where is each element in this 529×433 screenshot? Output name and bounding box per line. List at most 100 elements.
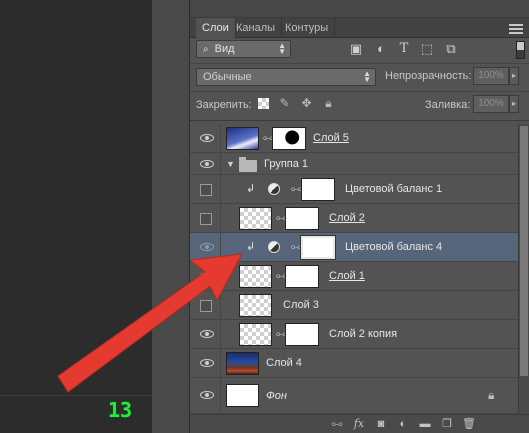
stepper-arrows-icon: ▲ ▼ — [363, 69, 371, 84]
eye-icon[interactable] — [200, 390, 214, 400]
layer-filter-select[interactable]: ⌕ Вид ▲ ▼ — [196, 40, 291, 58]
divider — [190, 120, 529, 121]
clipping-arrow-icon: ↲ — [246, 183, 256, 195]
adjustment-filter-icon[interactable]: ◐ — [373, 42, 389, 56]
adjustment-layer-icon — [268, 241, 280, 253]
visibility-toggle[interactable] — [200, 184, 212, 196]
layer-mask-thumbnail[interactable] — [285, 207, 319, 230]
opacity-dropdown-arrow-icon[interactable]: ▸ — [509, 67, 519, 85]
smart-object-filter-icon[interactable]: ⧉ — [443, 42, 459, 56]
type-filter-icon[interactable]: T — [396, 42, 412, 56]
link-layers-icon[interactable]: ⧟ — [330, 417, 344, 431]
group-expanded-icon[interactable]: ▼ — [226, 159, 235, 169]
layer-thumbnail — [226, 127, 259, 150]
lock-label: Закрепить: — [196, 99, 252, 111]
chain-link-icon[interactable]: ⧟ — [276, 329, 287, 340]
tab-paths[interactable]: Контуры — [279, 18, 336, 38]
opacity-field[interactable]: 100% — [473, 67, 509, 85]
visibility-toggle[interactable] — [200, 213, 212, 225]
layer-name: Слой 2 — [329, 212, 365, 224]
filter-kind-label: Вид — [214, 43, 235, 55]
layer-name: Цветовой баланс 1 — [345, 183, 443, 195]
layer-mask-thumbnail[interactable] — [272, 127, 306, 150]
eye-icon[interactable] — [200, 329, 214, 339]
chain-link-icon[interactable]: ⧟ — [276, 271, 287, 282]
chain-link-icon[interactable]: ⧟ — [291, 184, 302, 195]
stepper-arrows-icon: ▲ ▼ — [278, 41, 286, 56]
folder-icon — [239, 157, 257, 172]
layer-group-row[interactable]: ▼ Группа 1 — [190, 153, 518, 175]
filter-toggle[interactable] — [516, 41, 525, 59]
eye-icon[interactable] — [200, 271, 214, 281]
fx-icon[interactable]: fx — [352, 417, 366, 431]
layer-mask-thumbnail[interactable] — [300, 235, 336, 260]
new-layer-icon[interactable]: ❐ — [440, 417, 454, 431]
lock-all-icon[interactable]: 🔒︎ — [322, 97, 335, 110]
layer-name: Группа 1 — [264, 158, 309, 170]
shape-filter-icon[interactable]: ⬚ — [419, 42, 435, 56]
panel-menu-icon[interactable] — [509, 24, 523, 34]
blend-mode-value: Обычные — [203, 71, 252, 83]
divider — [190, 63, 529, 64]
eye-icon[interactable] — [200, 133, 214, 143]
panel-tabs: Слои Каналы Контуры — [190, 18, 529, 39]
layer-name: Слой 1 — [329, 270, 365, 282]
layer-row[interactable]: Слой 3 — [190, 291, 518, 320]
layer-row-background[interactable]: Фон 🔒︎ — [190, 378, 518, 414]
chain-link-icon[interactable]: ⧟ — [276, 213, 287, 224]
frame-counter: 13 — [108, 398, 133, 422]
layer-row[interactable]: ⧟ Слой 5 — [190, 124, 518, 153]
eye-icon[interactable] — [200, 159, 214, 169]
layer-thumbnail — [239, 323, 272, 346]
lock-transparent-icon[interactable] — [258, 98, 269, 109]
fill-dropdown-arrow-icon[interactable]: ▸ — [509, 95, 519, 113]
layer-mask-thumbnail[interactable] — [301, 178, 335, 201]
new-adjustment-icon[interactable]: ◐ — [396, 417, 410, 431]
visibility-toggle[interactable] — [200, 300, 212, 312]
divider — [190, 91, 529, 92]
layer-row[interactable]: ⧟ Слой 1 — [190, 262, 518, 291]
chain-link-icon[interactable]: ⧟ — [291, 242, 302, 253]
chain-link-icon[interactable]: ⧟ — [263, 133, 274, 144]
lock-icon: 🔒︎ — [488, 388, 495, 402]
panel-top-strip — [190, 0, 529, 18]
layer-row-selected[interactable]: ↲ ⧟ Цветовой баланс 4 — [190, 233, 518, 262]
layer-thumbnail — [226, 352, 259, 375]
panel-gutter — [152, 0, 190, 433]
layer-name: Цветовой баланс 4 — [345, 241, 443, 253]
new-group-icon[interactable]: ▬ — [418, 417, 432, 431]
layer-thumbnail — [239, 207, 272, 230]
layer-mask-thumbnail[interactable] — [285, 265, 319, 288]
scrollbar-thumb[interactable] — [520, 126, 528, 376]
layer-name: Слой 4 — [266, 357, 302, 369]
canvas-divider — [0, 395, 152, 396]
add-mask-icon[interactable]: ◙ — [374, 417, 388, 431]
lock-pixels-icon[interactable]: ✎ — [278, 97, 291, 110]
tab-channels[interactable]: Каналы — [230, 18, 283, 38]
layer-thumbnail — [226, 384, 259, 407]
layer-row[interactable]: ⧟ Слой 2 — [190, 204, 518, 233]
fill-label: Заливка: — [425, 99, 471, 111]
eye-icon[interactable] — [200, 242, 214, 252]
delete-layer-icon[interactable]: 🗑︎ — [462, 417, 476, 431]
clipping-arrow-icon: ↲ — [246, 241, 256, 253]
layers-bottom-toolbar: ⧟ fx ◙ ◐ ▬ ❐ 🗑︎ — [190, 414, 529, 433]
layer-row[interactable]: ⧟ Слой 2 копия — [190, 320, 518, 349]
layers-scrollbar[interactable] — [518, 124, 529, 414]
layer-name: Слой 5 — [313, 132, 349, 144]
eye-icon[interactable] — [200, 358, 214, 368]
adjustment-layer-icon — [268, 183, 280, 195]
layer-name: Слой 3 — [283, 299, 319, 311]
layer-row[interactable]: ↲ ⧟ Цветовой баланс 1 — [190, 175, 518, 204]
image-filter-icon[interactable]: ▣ — [348, 42, 364, 56]
blend-mode-select[interactable]: Обычные ▲ ▼ — [196, 68, 376, 86]
lock-position-icon[interactable]: ✥ — [300, 97, 313, 110]
document-canvas[interactable]: 13 — [0, 0, 152, 433]
search-icon: ⌕ — [203, 44, 209, 55]
fill-field[interactable]: 100% — [473, 95, 509, 113]
layers-panel: Слои Каналы Контуры ⌕ Вид ▲ ▼ ▣ ◐ T ⬚ ⧉ О… — [190, 0, 529, 433]
opacity-label: Непрозрачность: — [385, 70, 472, 82]
layer-thumbnail — [239, 294, 272, 317]
layer-row[interactable]: Слой 4 — [190, 349, 518, 378]
layer-mask-thumbnail[interactable] — [285, 323, 319, 346]
